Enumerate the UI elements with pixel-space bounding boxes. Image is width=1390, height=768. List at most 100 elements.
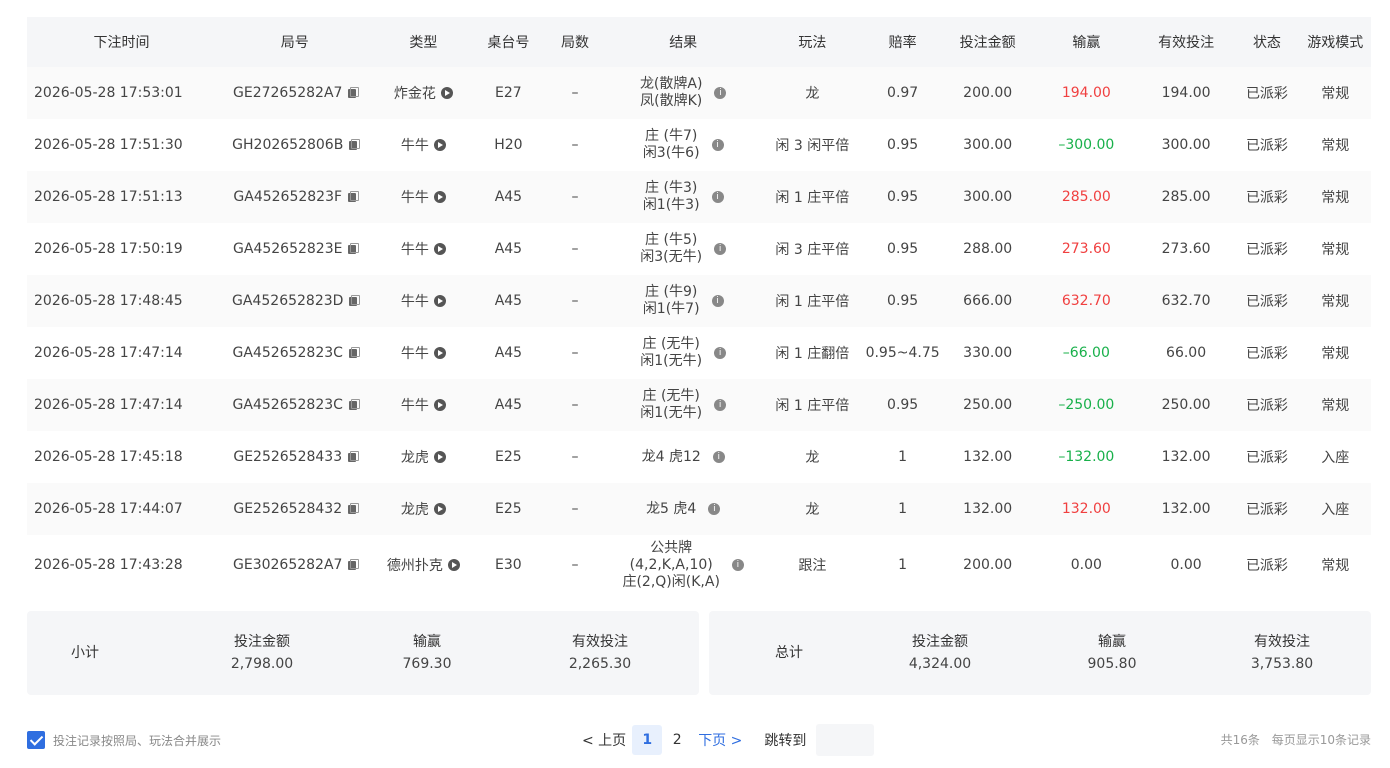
result-line: 庄 (无牛) (642, 388, 700, 404)
odds: 1 (864, 535, 941, 595)
copy-icon[interactable] (348, 191, 360, 202)
round-count: – (543, 535, 607, 595)
bet-amount: 200.00 (940, 67, 1035, 119)
column-header: 类型 (373, 17, 474, 67)
status: 已派彩 (1234, 67, 1300, 119)
game-type-cell: 牛牛 (373, 275, 474, 327)
copy-icon[interactable] (349, 295, 361, 306)
bet-time: 2026-05-28 17:50:19 (27, 223, 216, 275)
win-loss: –300.00 (1034, 119, 1138, 171)
round-count: – (543, 223, 607, 275)
copy-icon[interactable] (348, 503, 360, 514)
prev-page-button[interactable]: < 上页 (582, 730, 626, 750)
status: 已派彩 (1234, 535, 1300, 595)
round-id: GE30265282A7 (233, 557, 343, 573)
bet-amount: 300.00 (940, 119, 1035, 171)
valid-bet: 632.70 (1137, 275, 1235, 327)
table-row: 2026-05-28 17:48:45 GA452652823D 牛牛 A45 … (27, 275, 1371, 327)
bet-amount: 132.00 (940, 483, 1035, 535)
copy-icon[interactable] (348, 559, 360, 570)
play-icon[interactable] (433, 139, 446, 151)
info-icon[interactable]: i (711, 139, 724, 151)
merge-option[interactable]: 投注记录按照局、玩法合并展示 (27, 731, 221, 749)
info-icon[interactable]: i (714, 399, 727, 411)
info-icon[interactable]: i (708, 503, 721, 515)
bet-amount: 666.00 (940, 275, 1035, 327)
bet-records-table-wrap: 下注时间 局号 类型 桌台号 局数 结果 玩法 赔率 投注金额 输赢 有效投注 状态 游戏模式 2026… (27, 17, 1371, 595)
table-row: 2026-05-28 17:47:14 GA452652823C 牛牛 A45 … (27, 379, 1371, 431)
result-line: 凤(散牌K) (640, 93, 703, 109)
play-icon[interactable] (433, 503, 446, 515)
copy-icon[interactable] (348, 243, 360, 254)
win-loss: 194.00 (1034, 67, 1138, 119)
odds: 0.97 (864, 67, 941, 119)
valid-bet: 250.00 (1137, 379, 1235, 431)
status: 已派彩 (1234, 483, 1300, 535)
game-mode: 常规 (1299, 119, 1371, 171)
round-id: GA452652823E (233, 241, 343, 257)
play-type: 闲 1 庄平倍 (759, 275, 865, 327)
round-count: – (543, 275, 607, 327)
info-icon[interactable]: i (714, 347, 727, 359)
result-cell: 庄 (牛9) 闲1(牛7) i (606, 275, 760, 327)
table-id: E30 (473, 535, 544, 595)
game-type-cell: 龙虎 (373, 431, 474, 483)
info-icon[interactable]: i (712, 451, 725, 463)
round-id-cell: GA452652823C (215, 327, 374, 379)
odds: 0.95 (864, 223, 941, 275)
copy-icon[interactable] (348, 399, 360, 410)
column-header: 游戏模式 (1299, 17, 1371, 67)
play-icon[interactable] (433, 347, 446, 359)
round-id-cell: GA452652823C (215, 379, 374, 431)
round-id: GH202652806B (232, 137, 344, 153)
info-icon[interactable]: i (714, 243, 727, 255)
status: 已派彩 (1234, 171, 1300, 223)
play-icon[interactable] (433, 399, 446, 411)
info-icon[interactable]: i (711, 191, 724, 203)
play-icon[interactable] (433, 191, 446, 203)
result-line: 闲3(牛6) (642, 145, 700, 161)
round-id-cell: GE2526528432 (215, 483, 374, 535)
round-count: – (543, 67, 607, 119)
jump-page-input[interactable] (816, 724, 875, 756)
game-mode: 常规 (1299, 67, 1371, 119)
copy-icon[interactable] (348, 451, 360, 462)
round-id: GE2526528433 (233, 449, 343, 465)
game-type: 牛牛 (400, 398, 429, 414)
copy-icon[interactable] (348, 87, 360, 98)
result-cell: 庄 (牛3) 闲1(牛3) i (606, 171, 760, 223)
info-icon[interactable]: i (711, 295, 724, 307)
table-row: 2026-05-28 17:44:07 GE2526528432 龙虎 E25 … (27, 483, 1371, 535)
page-2-button[interactable]: 2 (662, 725, 692, 755)
play-icon[interactable] (447, 559, 460, 571)
round-id: GA452652823F (233, 189, 343, 205)
play-icon[interactable] (433, 295, 446, 307)
play-type: 闲 3 庄平倍 (759, 223, 865, 275)
game-type: 牛牛 (400, 294, 429, 310)
valid-bet: 300.00 (1137, 119, 1235, 171)
round-id-cell: GE30265282A7 (215, 535, 374, 595)
game-type-cell: 牛牛 (373, 327, 474, 379)
next-page-button[interactable]: 下页 > (698, 730, 742, 750)
bet-amount: 132.00 (940, 431, 1035, 483)
game-mode: 常规 (1299, 275, 1371, 327)
copy-icon[interactable] (349, 139, 361, 150)
play-icon[interactable] (440, 87, 453, 99)
play-icon[interactable] (433, 243, 446, 255)
copy-icon[interactable] (348, 347, 360, 358)
info-icon[interactable]: i (731, 559, 744, 571)
merge-checkbox[interactable] (27, 731, 45, 749)
round-id-cell: GH202652806B (215, 119, 374, 171)
game-mode: 常规 (1299, 379, 1371, 431)
valid-bet: 132.00 (1137, 431, 1235, 483)
game-mode: 常规 (1299, 535, 1371, 595)
status: 已派彩 (1234, 379, 1300, 431)
info-icon[interactable]: i (714, 87, 727, 99)
play-icon[interactable] (433, 451, 446, 463)
column-header: 下注时间 (27, 17, 216, 67)
bet-time: 2026-05-28 17:47:14 (27, 327, 216, 379)
valid-bet: 273.60 (1137, 223, 1235, 275)
column-header: 有效投注 (1137, 17, 1235, 67)
page-1-button[interactable]: 1 (632, 725, 663, 755)
total-panel: 总计 投注金额 4,324.00 输赢 905.80 有效投注 3,753.80 (709, 611, 1371, 695)
